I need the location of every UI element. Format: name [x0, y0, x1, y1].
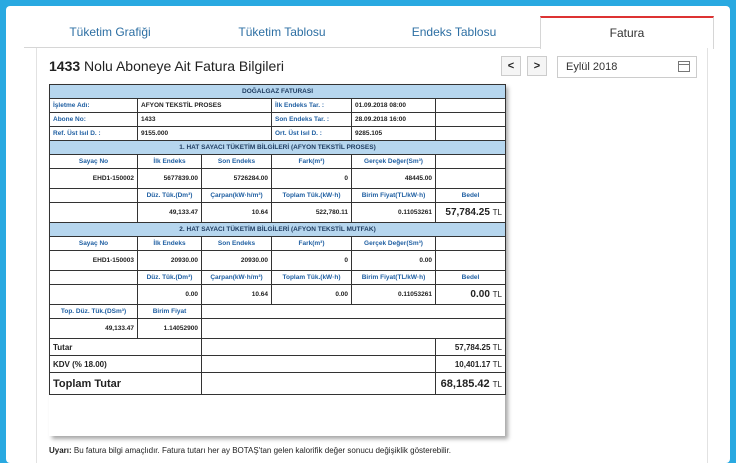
line1-corrected: 49,133.47: [137, 202, 202, 223]
line2-last-index: 20930.00: [201, 250, 272, 271]
col-unit-price: Birim Fiyat(TL/kW·h): [351, 188, 436, 203]
col-meter: Sayaç No: [49, 154, 138, 169]
page-title: 1433 Nolu Aboneye Ait Fatura Bilgileri: [49, 58, 284, 74]
col-total-consumption: Toplam Tük.(kW·h): [271, 270, 352, 285]
grand-total-label: Toplam Tutar: [49, 372, 202, 395]
line2-corrected: 0.00: [137, 284, 202, 305]
line1-last-index: 5726284.00: [201, 168, 272, 189]
vat-value: 10,401.17: [454, 359, 491, 369]
line1-amount-value: 57,784.25: [445, 207, 490, 218]
avg-calorific-value: 9285.105: [351, 126, 436, 141]
page-title-text: Nolu Aboneye Ait Fatura Bilgileri: [80, 58, 285, 74]
col-corrected: Düz. Tük.(Dm³): [137, 270, 202, 285]
previous-month-button[interactable]: <: [501, 56, 521, 76]
line1-currency: TL: [492, 208, 503, 217]
line2-meter: EHD1-150003: [49, 250, 138, 271]
line1-difference: 0: [271, 168, 352, 189]
col-amount: Bedel: [434, 188, 507, 203]
line2-amount-value: 0.00: [470, 289, 490, 300]
subscriber-label: Abone No:: [49, 112, 138, 127]
last-date-label: Son Endeks Tar. :: [271, 112, 352, 127]
subscriber-value: 1433: [137, 112, 272, 127]
line1-first-index: 5677839.00: [137, 168, 202, 189]
line1-meter: EHD1-150002: [49, 168, 138, 189]
line1-real-value: 48445.00: [351, 168, 436, 189]
line2-amount: 0.00 TL: [434, 284, 507, 305]
invoice-title: DOĞALGAZ FATURASI: [48, 84, 507, 99]
col-corrected: Düz. Tük.(Dm³): [137, 188, 202, 203]
vat-amount: 10,401.17 TL: [434, 355, 507, 373]
col-last-index: Son Endeks: [201, 236, 272, 251]
line2-difference: 0: [271, 250, 352, 271]
first-date-label: İlk Endeks Tar. :: [271, 98, 352, 113]
summary-unit-price-label: Birim Fiyat: [137, 304, 202, 319]
col-first-index: İlk Endeks: [137, 236, 202, 251]
app-frame: Tüketim Grafiği Tüketim Tablosu Endeks T…: [6, 6, 730, 463]
line1-amount: 57,784.25 TL: [434, 202, 507, 223]
line1-title: 1. HAT SAYACI TÜKETİM BİLGİLERİ (AFYON T…: [48, 140, 507, 155]
ref-calorific-label: Ref. Üst Isıl D. :: [49, 126, 138, 141]
first-date-value: 01.09.2018 08:00: [351, 98, 436, 113]
total-corrected-label: Top. Düz. Tük.(DSm³): [49, 304, 138, 319]
line2-currency: TL: [492, 290, 503, 299]
subtotal-amount: 57,784.25 TL: [434, 338, 507, 356]
line2-real-value: 0.00: [351, 250, 436, 271]
line2-total-consumption: 0.00: [271, 284, 352, 305]
col-last-index: Son Endeks: [201, 154, 272, 169]
col-meter: Sayaç No: [49, 236, 138, 251]
summary-unit-price-value: 1.14052900: [137, 318, 202, 339]
line2-factor: 10.64: [201, 284, 272, 305]
col-real-value: Gerçek Değer(Sm³): [351, 154, 436, 169]
col-difference: Fark(m³): [271, 154, 352, 169]
line1-total-consumption: 522,780.11: [271, 202, 352, 223]
warning-note: Uyarı: Bu fatura bilgi amaçlıdır. Fatura…: [49, 446, 451, 455]
tab-invoice[interactable]: Fatura: [540, 16, 714, 49]
subscriber-number: 1433: [49, 58, 81, 74]
col-amount: Bedel: [434, 270, 507, 285]
vat-label: KDV (% 18.00): [49, 355, 202, 373]
col-unit-price: Birim Fiyat(TL/kW·h): [351, 270, 436, 285]
line2-unit-price: 0.11053261: [351, 284, 436, 305]
line1-factor: 10.64: [201, 202, 272, 223]
col-real-value: Gerçek Değer(Sm³): [351, 236, 436, 251]
tab-consumption-table[interactable]: Tüketim Tablosu: [196, 16, 368, 47]
invoice-panel: 1433 Nolu Aboneye Ait Fatura Bilgileri <…: [36, 48, 708, 463]
grand-total-currency: TL: [492, 379, 503, 389]
line1-unit-price: 0.11053261: [351, 202, 436, 223]
line2-title: 2. HAT SAYACI TÜKETİM BİLGİLERİ (AFYON T…: [48, 222, 507, 237]
warning-label: Uyarı:: [49, 446, 72, 455]
warning-text: Bu fatura bilgi amaçlıdır. Fatura tutarı…: [71, 446, 452, 455]
tab-bar: Tüketim Grafiği Tüketim Tablosu Endeks T…: [24, 16, 714, 49]
subtotal-value: 57,784.25: [454, 342, 491, 352]
next-month-button[interactable]: >: [527, 56, 547, 76]
col-first-index: İlk Endeks: [137, 154, 202, 169]
company-value: AFYON TEKSTİL PROSES: [137, 98, 272, 113]
col-difference: Fark(m³): [271, 236, 352, 251]
tab-consumption-chart[interactable]: Tüketim Grafiği: [24, 16, 196, 47]
period-value: Eylül 2018: [566, 61, 618, 73]
grand-total-amount: 68,185.42 TL: [434, 372, 507, 395]
col-total-consumption: Toplam Tük.(kW·h): [271, 188, 352, 203]
total-corrected-value: 49,133.47: [49, 318, 138, 339]
company-label: İşletme Adı:: [49, 98, 138, 113]
avg-calorific-label: Ort. Üst Isıl D. :: [271, 126, 352, 141]
tab-index-table[interactable]: Endeks Tablosu: [368, 16, 540, 47]
invoice-table: DOĞALGAZ FATURASI İşletme Adı: AFYON TEK…: [48, 84, 507, 395]
ref-calorific-value: 9155.000: [137, 126, 272, 141]
subtotal-currency: TL: [492, 342, 503, 352]
col-factor: Çarpan(kW·h/m³): [201, 188, 272, 203]
last-date-value: 28.09.2018 16:00: [351, 112, 436, 127]
subtotal-label: Tutar: [49, 338, 202, 356]
period-picker[interactable]: Eylül 2018: [557, 56, 697, 78]
line2-first-index: 20930.00: [137, 250, 202, 271]
vat-currency: TL: [492, 359, 503, 369]
invoice-document: DOĞALGAZ FATURASI İşletme Adı: AFYON TEK…: [48, 84, 507, 436]
calendar-icon[interactable]: [678, 61, 690, 72]
col-factor: Çarpan(kW·h/m³): [201, 270, 272, 285]
grand-total-value: 68,185.42: [440, 377, 490, 390]
